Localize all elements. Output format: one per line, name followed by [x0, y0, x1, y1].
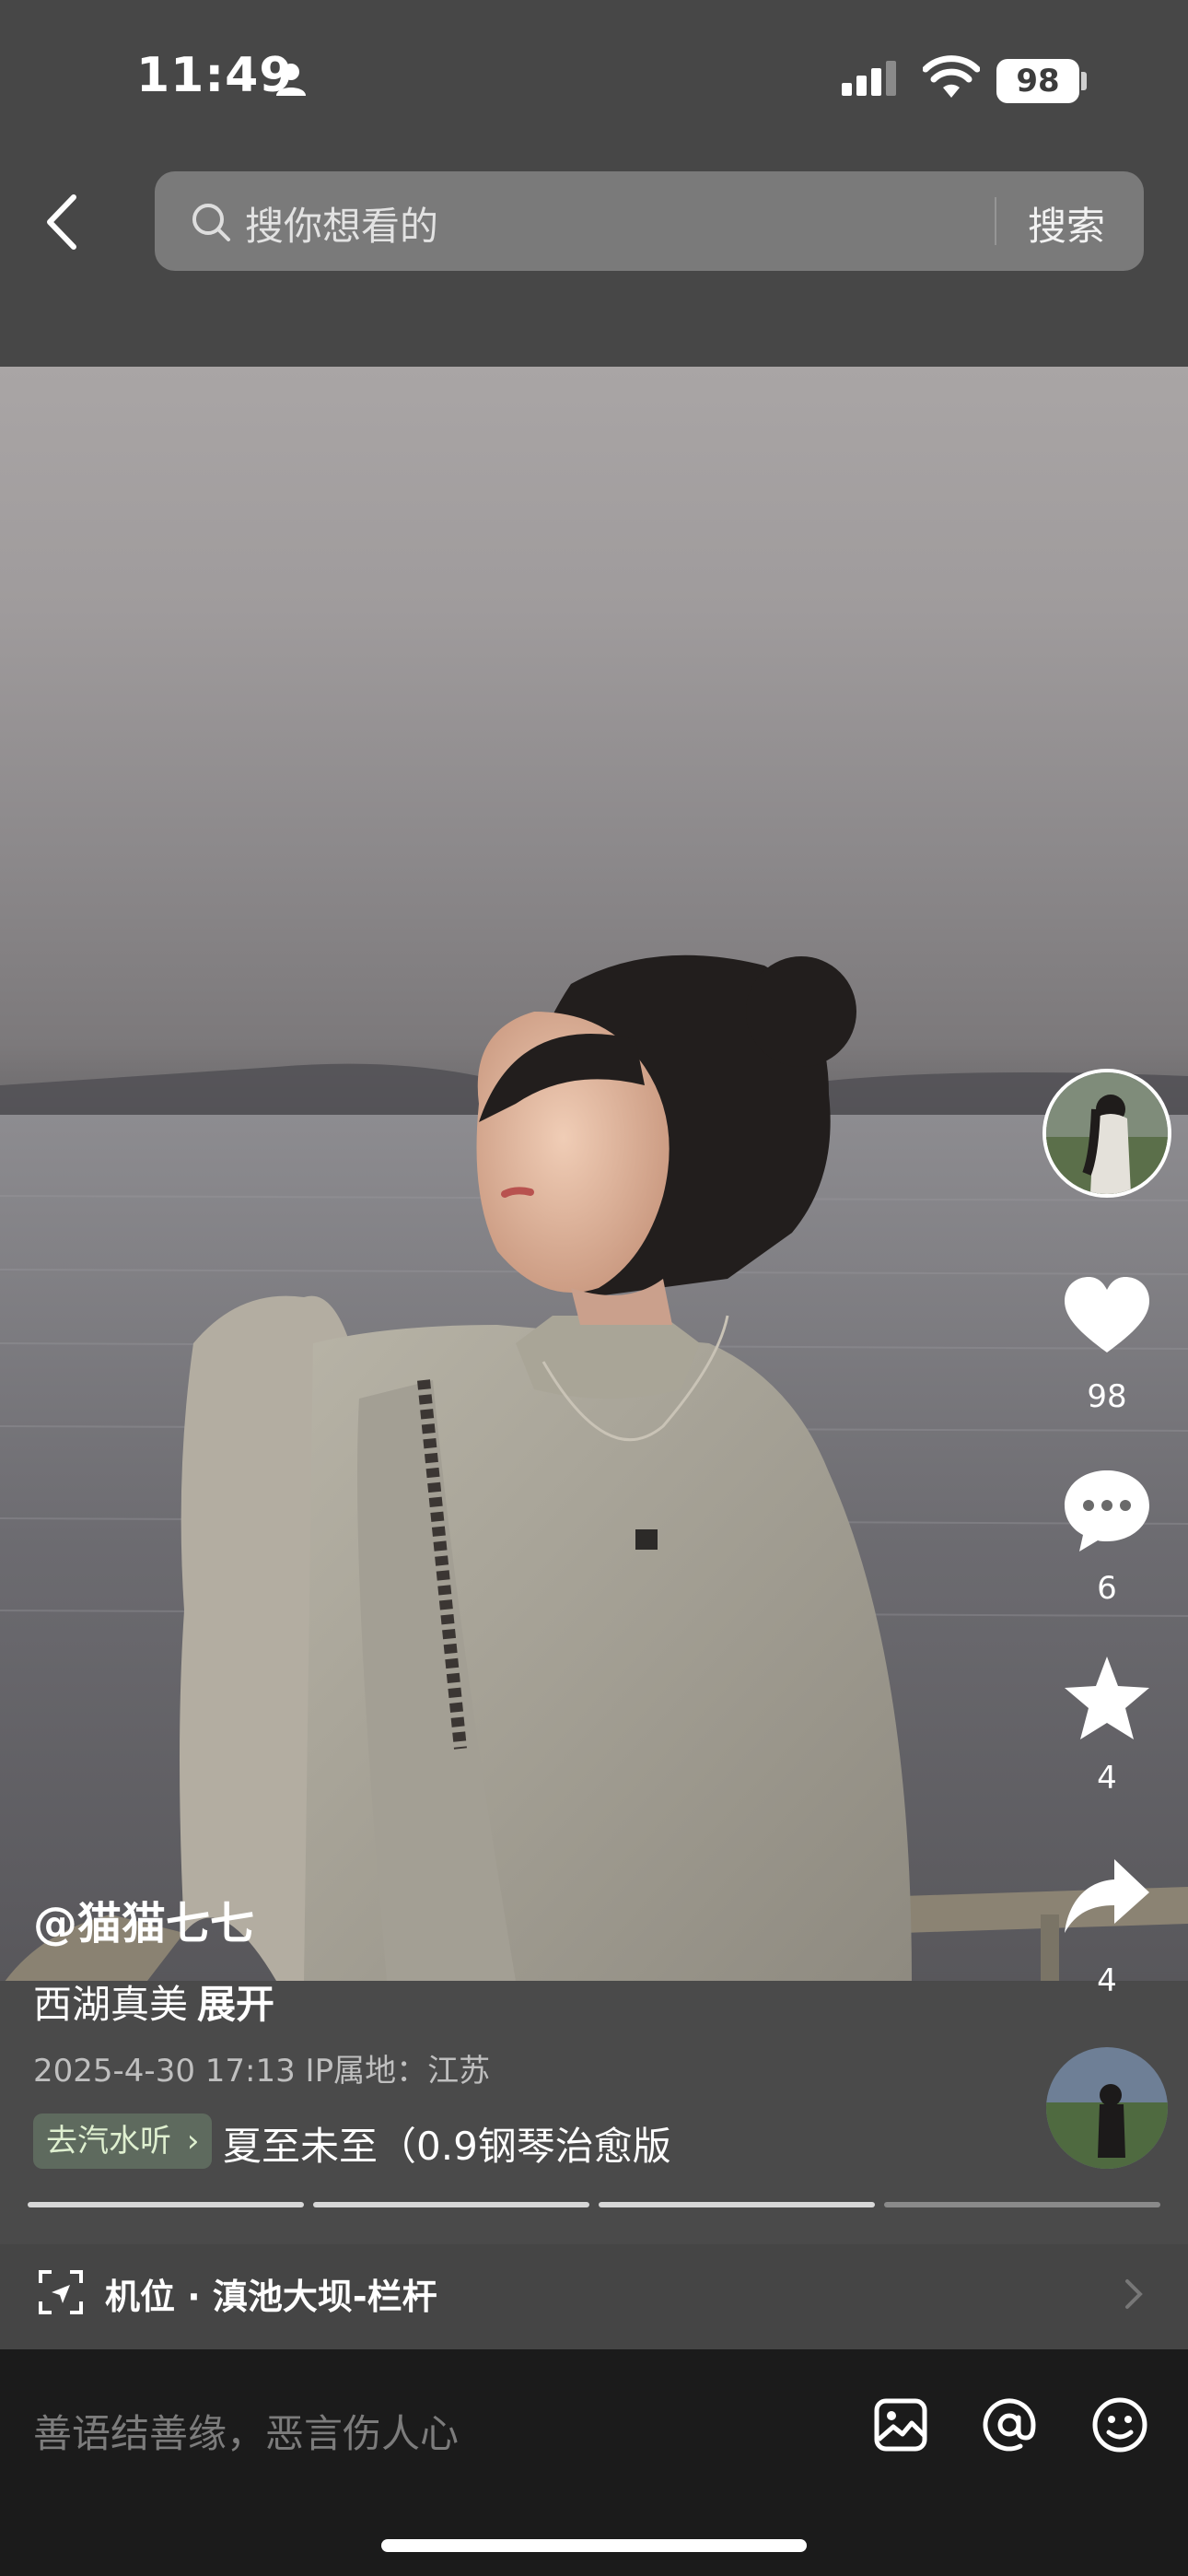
search-button[interactable]: 搜索 — [1028, 195, 1105, 252]
post-photo[interactable] — [0, 367, 1188, 1981]
share-count: 4 — [1097, 1962, 1117, 1999]
search-divider — [995, 197, 996, 245]
search-placeholder[interactable]: 搜你想看的 — [245, 195, 438, 252]
wifi-icon — [923, 55, 980, 98]
search-icon — [192, 204, 230, 241]
caption-text: 西湖真美 — [33, 1982, 189, 2027]
camera-spot-icon — [39, 2270, 83, 2314]
like-count: 98 — [1087, 1378, 1127, 1415]
music-chip-label: 去汽水听 — [46, 2123, 171, 2160]
heart-icon[interactable] — [1061, 1271, 1153, 1364]
signal-icon — [842, 61, 896, 96]
status-time: 11:49 — [136, 48, 294, 103]
photo-illustration — [0, 954, 1188, 1981]
author-avatar[interactable] — [1042, 1069, 1171, 1198]
gallery-progress-4 — [884, 2202, 1160, 2207]
expand-link[interactable]: 展开 — [197, 1982, 274, 2027]
avatar-image — [1046, 1072, 1168, 1194]
battery-indicator: 98 — [996, 59, 1079, 103]
favorite-count: 4 — [1097, 1760, 1117, 1797]
chevron-right-icon: › — [186, 2123, 200, 2160]
author-name[interactable]: @猫猫七七 — [33, 1887, 254, 1951]
comment-count: 6 — [1097, 1570, 1117, 1607]
mention-icon[interactable] — [980, 2395, 1039, 2454]
music-cover-image — [1046, 2047, 1168, 2169]
music-app-chip[interactable]: 去汽水听 › — [33, 2113, 213, 2169]
image-icon[interactable] — [871, 2395, 930, 2454]
emoji-icon[interactable] — [1090, 2395, 1149, 2454]
person-icon — [276, 64, 306, 96]
gallery-progress-3 — [599, 2202, 875, 2207]
home-indicator — [381, 2539, 807, 2552]
post-caption: 西湖真美 展开 — [33, 1973, 274, 2030]
comment-input[interactable]: 善语结善缘，恶言伤人心 — [33, 2403, 459, 2459]
star-icon[interactable] — [1061, 1653, 1153, 1745]
share-icon[interactable] — [1061, 1852, 1153, 1944]
location-label[interactable]: 机位 · 滇池大坝-栏杆 — [105, 2268, 437, 2319]
post-meta: 2025-4-30 17:13 IP属地：江苏 — [33, 2053, 491, 2090]
comment-icon[interactable] — [1061, 1463, 1153, 1555]
battery-cap — [1081, 72, 1087, 90]
music-cover[interactable] — [1046, 2047, 1168, 2169]
gallery-progress-2 — [313, 2202, 589, 2207]
back-arrow-icon[interactable] — [41, 190, 87, 254]
chevron-right-icon — [1125, 2279, 1143, 2309]
music-title[interactable]: 夏至未至（0.9钢琴治愈版 — [223, 2115, 671, 2172]
gallery-progress-1 — [28, 2202, 304, 2207]
